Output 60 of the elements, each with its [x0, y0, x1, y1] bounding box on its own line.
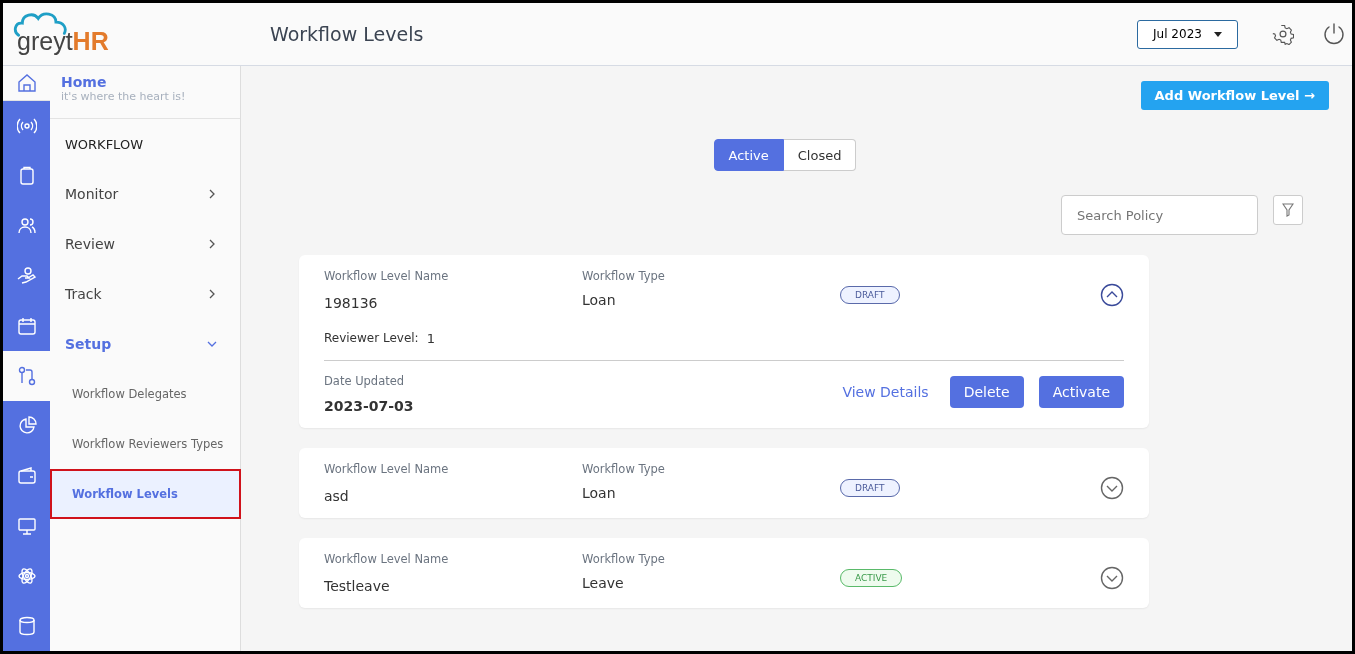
- status-badge: DRAFT: [840, 286, 900, 304]
- logo-text: greytHR: [17, 27, 109, 56]
- search-field[interactable]: Search Policy: [1061, 195, 1258, 235]
- field-label: Workflow Level Name: [324, 462, 450, 476]
- workflow-type: Loan: [582, 485, 617, 501]
- chevron-icon: [1100, 566, 1124, 590]
- field-label: Workflow Type: [582, 269, 666, 283]
- workflow-type: Leave: [582, 575, 625, 591]
- status-badge: ACTIVE: [840, 569, 903, 587]
- add-workflow-level-button[interactable]: Add Workflow Level →: [1140, 81, 1329, 110]
- field-label: Date Updated: [324, 374, 406, 388]
- field-label: Workflow Level Name: [324, 552, 450, 566]
- status-badge: DRAFT: [840, 479, 900, 497]
- delete-button[interactable]: Delete: [949, 376, 1024, 408]
- field-label: Workflow Type: [582, 552, 666, 566]
- users-icon: [16, 216, 37, 236]
- home-link[interactable]: Home it's where the heart is!: [50, 66, 240, 119]
- nav-subitem[interactable]: Workflow Reviewers Types: [50, 419, 240, 469]
- database-icon: [16, 616, 37, 636]
- status-tab[interactable]: Closed: [783, 139, 857, 171]
- filter-icon: [1282, 203, 1294, 217]
- nav-subitem[interactable]: Workflow Levels: [50, 469, 241, 519]
- activate-button[interactable]: Activate: [1038, 376, 1124, 408]
- workflow-icon: [16, 366, 37, 386]
- expand-toggle[interactable]: [1100, 566, 1124, 590]
- page-title: Workflow Levels: [270, 23, 425, 45]
- nav-item[interactable]: Setup: [50, 319, 240, 369]
- filter-button[interactable]: [1273, 195, 1303, 225]
- caret-icon: [1213, 31, 1222, 37]
- field-label: Workflow Level Name: [324, 269, 450, 283]
- calendar-icon: [16, 316, 37, 336]
- level-name: Testleave: [324, 578, 391, 594]
- month-dropdown[interactable]: Jul 2023: [1137, 19, 1238, 49]
- nav-item[interactable]: Track: [50, 269, 240, 319]
- view-details-link[interactable]: View Details: [842, 384, 929, 400]
- expand-toggle[interactable]: [1100, 283, 1124, 307]
- atom-icon: [16, 566, 37, 586]
- reviewer-level-value: 1: [426, 331, 435, 346]
- level-name: asd: [324, 488, 350, 504]
- hand-icon: [16, 266, 37, 286]
- chevron-icon: [1100, 476, 1124, 500]
- level-name: 198136: [324, 295, 379, 311]
- monitor-icon: [16, 516, 37, 536]
- settings-icon[interactable]: [1272, 23, 1294, 45]
- section-heading: WORKFLOW: [64, 135, 144, 154]
- chevron-icon: [1100, 283, 1124, 307]
- nav-subitem[interactable]: Workflow Delegates: [50, 369, 240, 419]
- workflow-type: Loan: [582, 292, 617, 308]
- expand-toggle[interactable]: [1100, 476, 1124, 500]
- status-tab[interactable]: Active: [713, 139, 784, 171]
- home-icon[interactable]: [16, 73, 37, 93]
- broadcast-icon: [16, 116, 37, 136]
- field-label: Workflow Type: [582, 462, 666, 476]
- pie-chart-icon: [16, 416, 37, 436]
- nav-item[interactable]: Review: [50, 219, 240, 269]
- reviewer-level-label: Reviewer Level:: [324, 331, 419, 346]
- power-icon[interactable]: [1322, 22, 1346, 46]
- nav-item[interactable]: Monitor: [50, 169, 240, 219]
- wallet-icon: [16, 466, 37, 486]
- date-updated: 2023-07-03: [324, 398, 414, 414]
